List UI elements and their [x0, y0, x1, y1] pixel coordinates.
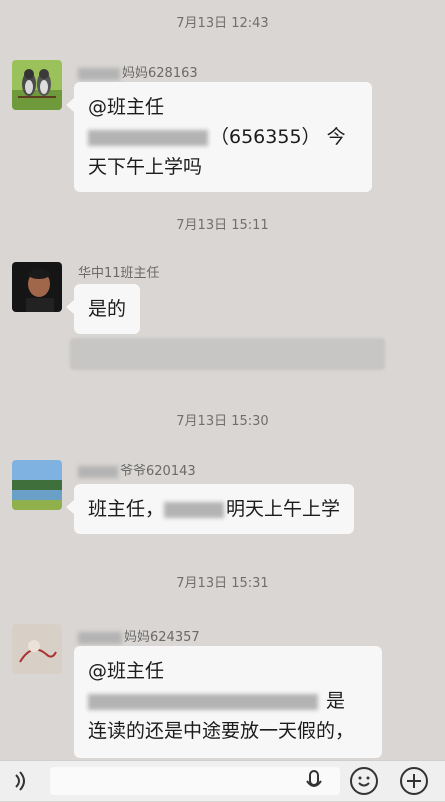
message-line: （656355） 今: [88, 122, 358, 152]
message-bubble[interactable]: 班主任， 明天上午上学: [65, 484, 355, 534]
timestamp: 7月13日 15:31: [176, 576, 269, 591]
chat-window: 7月13日 12:43 妈妈628163 @班主任 （656355） 今 天下午…: [0, 0, 445, 801]
message-text: 是的: [88, 298, 127, 320]
message-input[interactable]: [50, 767, 340, 795]
plus-icon[interactable]: [400, 767, 428, 795]
sender-name: 爷爷620143: [78, 460, 196, 479]
avatar[interactable]: [12, 624, 62, 674]
message-item: 妈妈628163 @班主任 （656355） 今 天下午上学吗: [8, 60, 433, 200]
input-bar: [0, 760, 445, 801]
message-item: 爷爷620143 班主任， 明天上午上学: [8, 460, 433, 550]
message-bubble[interactable]: @班主任 （656355） 今 天下午上学吗: [66, 82, 372, 192]
message-text: 班主任， 明天上午上学: [88, 498, 341, 520]
avatar[interactable]: [12, 60, 62, 110]
message-line: @班主任: [88, 96, 165, 118]
message-bubble[interactable]: @班主任 是 连读的还是中途要放一天假的，: [74, 646, 382, 758]
sender-name: 华中11班主任: [78, 266, 160, 281]
message-line: 连读的还是中途要放一天假的，: [88, 720, 355, 742]
sender-name: 妈妈628163: [78, 62, 198, 81]
message-item: 妈妈624357 @班主任 是 连读的还是中途要放一天假的，: [8, 624, 433, 764]
mic-icon[interactable]: [300, 767, 328, 795]
sender-name: 妈妈624357: [78, 626, 200, 645]
voice-icon[interactable]: [6, 767, 34, 795]
message-bubble[interactable]: 是的: [65, 284, 141, 334]
message-line: 天下午上学吗: [88, 156, 203, 178]
redacted-notice: [70, 338, 385, 370]
emoji-icon[interactable]: [350, 767, 378, 795]
message-line: 是: [88, 686, 368, 716]
timestamp: 7月13日 12:43: [176, 16, 269, 31]
avatar[interactable]: [12, 460, 62, 510]
avatar[interactable]: [12, 262, 62, 312]
message-line: @班主任: [88, 660, 165, 682]
timestamp: 7月13日 15:11: [176, 218, 269, 233]
timestamp: 7月13日 15:30: [176, 414, 269, 429]
